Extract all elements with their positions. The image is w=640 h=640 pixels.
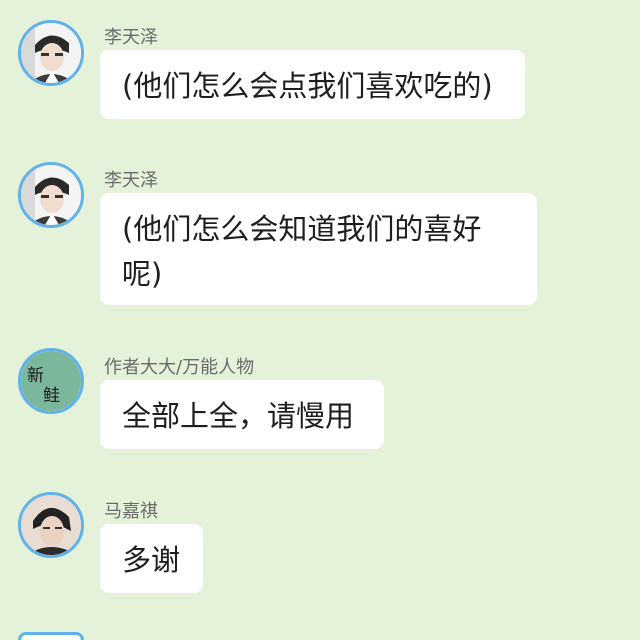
message-bubble[interactable]: 多谢 — [100, 524, 203, 593]
sender-name: 李天泽 — [104, 27, 158, 48]
sender-avatar[interactable] — [18, 20, 84, 86]
sender-name: 马嘉祺 — [104, 501, 158, 522]
sender-avatar[interactable]: 新 鲑 — [18, 348, 84, 414]
message-bubble[interactable]: (他们怎么会点我们喜欢吃的) — [100, 50, 525, 119]
avatar-handwriting-bottom: 鲑 — [43, 386, 60, 406]
boy-portrait-avatar-icon — [21, 495, 81, 555]
sender-avatar[interactable] — [18, 492, 84, 558]
sender-avatar[interactable] — [18, 162, 84, 228]
message-bubble[interactable]: (他们怎么会知道我们的喜好呢) — [100, 193, 537, 305]
chat-message-list[interactable]: 李天泽 (他们怎么会点我们喜欢吃的) 李天泽 (他们怎么会知道我们的喜好呢) 新 — [0, 0, 640, 640]
sender-name: 李天泽 — [104, 170, 158, 191]
message-bubble[interactable]: 全部上全，请慢用 — [100, 380, 384, 449]
sender-avatar[interactable] — [18, 632, 84, 640]
boy-selfie-avatar-icon — [21, 23, 81, 83]
avatar-handwriting-top: 新 — [27, 366, 44, 386]
sender-name: 作者大大/万能人物 — [104, 357, 255, 378]
boy-selfie-avatar-icon — [21, 165, 81, 225]
handwritten-characters-avatar-icon: 新 鲑 — [21, 351, 81, 411]
